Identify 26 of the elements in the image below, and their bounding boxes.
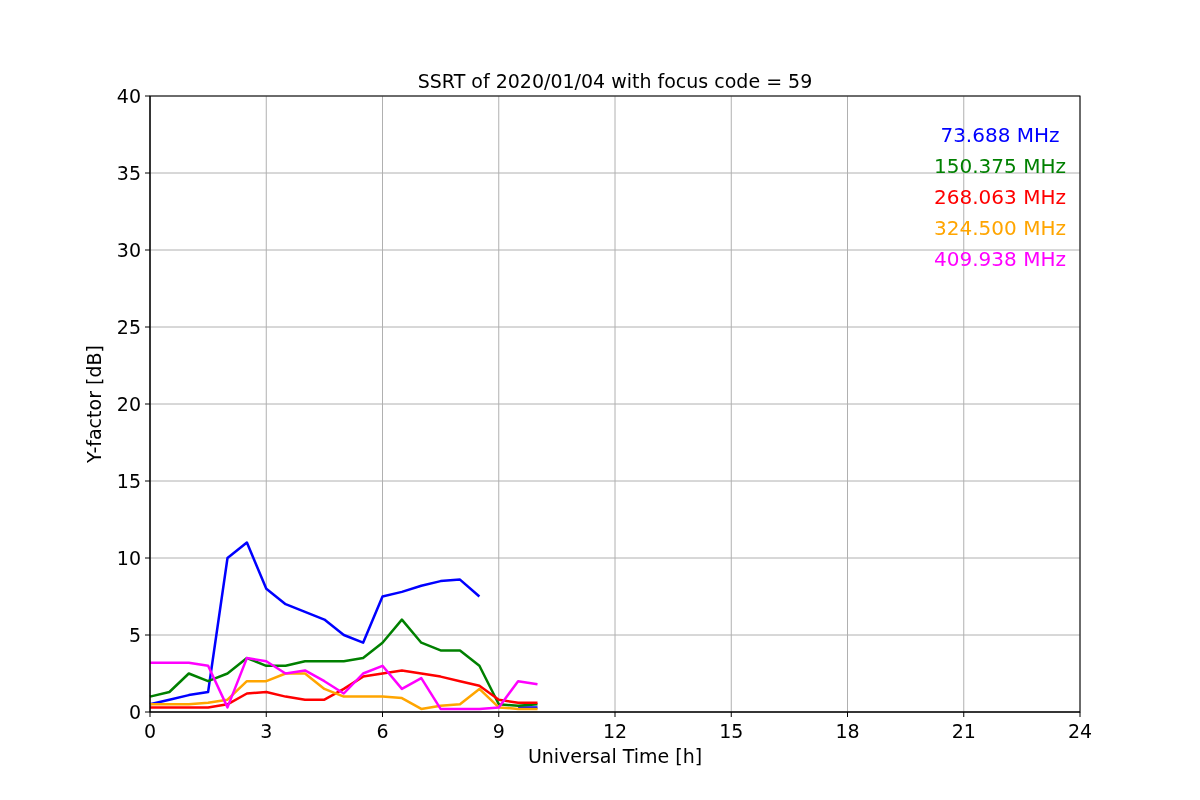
legend-label: 268.063 MHz (934, 185, 1066, 209)
legend-label: 73.688 MHz (940, 123, 1060, 147)
legend-label: 150.375 MHz (934, 154, 1066, 178)
axis-title: Universal Time [h] (527, 745, 703, 767)
tick-label: 25 (116, 316, 141, 338)
tick-label: 35 (116, 162, 141, 184)
tick-label: 30 (116, 239, 141, 261)
tick-label: 6 (376, 720, 389, 742)
tick-label: 9 (492, 720, 505, 742)
tick-label: 3 (260, 720, 273, 742)
axis-title: Y-factor [dB] (83, 345, 105, 463)
tick-label: 10 (116, 547, 141, 569)
tick-label: 0 (128, 701, 141, 723)
tick-label: 15 (116, 470, 141, 492)
legend-label: 324.500 MHz (934, 216, 1066, 240)
tick-label: 21 (951, 720, 976, 742)
tick-label: 18 (835, 720, 860, 742)
tick-label: 20 (116, 393, 141, 415)
tick-label: 12 (602, 720, 628, 742)
tick-label: 24 (1067, 720, 1093, 742)
tick-label: 40 (116, 85, 141, 107)
chart-title: SSRT of 2020/01/04 with focus code = 59 (417, 70, 813, 92)
tick-label: 5 (128, 624, 141, 646)
legend-label: 409.938 MHz (934, 247, 1066, 271)
tick-label: 15 (719, 720, 744, 742)
tick-label: 0 (143, 720, 157, 742)
